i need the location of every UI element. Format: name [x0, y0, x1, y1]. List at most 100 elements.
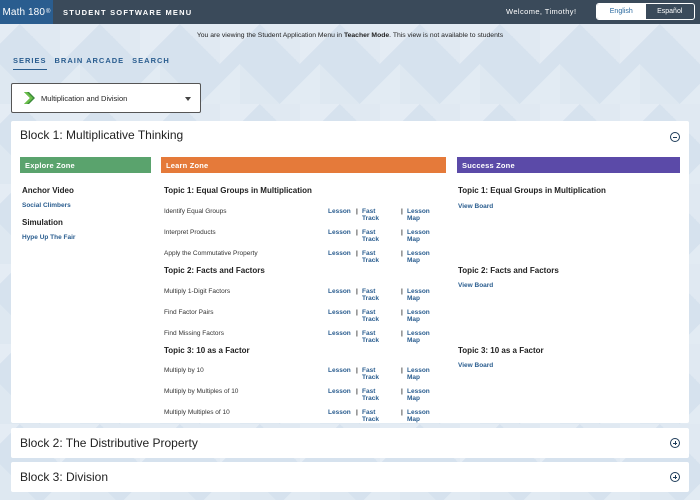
app-title: STUDENT SOFTWARE MENU — [63, 7, 193, 17]
simulation-link[interactable]: Hype Up The Fair — [22, 234, 75, 241]
lesson-map-link[interactable]: Lesson Map — [407, 330, 430, 344]
lesson-map-label-1: Lesson — [407, 388, 430, 395]
lesson-map-link[interactable]: Lesson Map — [407, 388, 430, 402]
success-topic-3-title: Topic 3: 10 as a Factor — [458, 346, 544, 355]
lesson-map-label-2: Map — [407, 374, 420, 381]
block-3-panel: Block 3: Division — [11, 462, 689, 492]
lesson-map-label-2: Map — [407, 337, 420, 344]
tab-series[interactable]: SERIES — [13, 56, 47, 70]
lesson-link[interactable]: Lesson — [328, 309, 351, 316]
lesson-item-title: Interpret Products — [164, 229, 216, 236]
lesson-map-label-1: Lesson — [407, 330, 430, 337]
fast-track-label-1: Fast — [362, 250, 376, 257]
fast-track-label-1: Fast — [362, 208, 376, 215]
lesson-map-label-2: Map — [407, 236, 420, 243]
fast-track-link[interactable]: Fast Track — [362, 208, 379, 222]
lesson-map-link[interactable]: Lesson Map — [407, 250, 430, 264]
fast-track-label-2: Track — [362, 416, 379, 423]
lesson-map-link[interactable]: Lesson Map — [407, 367, 430, 381]
lesson-map-link[interactable]: Lesson Map — [407, 409, 430, 423]
lesson-map-link[interactable]: Lesson Map — [407, 229, 430, 243]
lang-english-button[interactable]: English — [597, 4, 646, 19]
block-2-title[interactable]: Block 2: The Distributive Property — [20, 436, 198, 450]
lesson-item-title: Find Factor Pairs — [164, 309, 214, 316]
link-separator: | — [356, 288, 358, 295]
block-1-title[interactable]: Block 1: Multiplicative Thinking — [20, 128, 183, 142]
fast-track-label-2: Track — [362, 215, 379, 222]
lesson-item-title: Multiply 1-Digit Factors — [164, 288, 231, 295]
block-2-panel: Block 2: The Distributive Property — [11, 428, 689, 458]
anchor-video-heading: Anchor Video — [22, 186, 74, 195]
lesson-map-label-1: Lesson — [407, 208, 430, 215]
link-separator: | — [356, 208, 358, 215]
fast-track-label-2: Track — [362, 295, 379, 302]
lesson-map-link[interactable]: Lesson Map — [407, 208, 430, 222]
topic-1-title: Topic 1: Equal Groups in Multiplication — [164, 186, 312, 195]
expand-icon[interactable] — [670, 438, 680, 448]
view-board-link-3[interactable]: View Board — [458, 362, 493, 369]
fast-track-link[interactable]: Fast Track — [362, 330, 379, 344]
simulation-heading: Simulation — [22, 218, 63, 227]
link-separator: | — [356, 309, 358, 316]
view-board-link-1[interactable]: View Board — [458, 203, 493, 210]
lesson-map-link[interactable]: Lesson Map — [407, 288, 430, 302]
fast-track-link[interactable]: Fast Track — [362, 229, 379, 243]
lesson-link[interactable]: Lesson — [328, 288, 351, 295]
lesson-item-title: Find Missing Factors — [164, 330, 224, 337]
fast-track-label-1: Fast — [362, 388, 376, 395]
fast-track-link[interactable]: Fast Track — [362, 250, 379, 264]
topic-3-title: Topic 3: 10 as a Factor — [164, 346, 250, 355]
tab-brain-arcade[interactable]: BRAIN ARCADE — [55, 56, 125, 70]
block-3-title[interactable]: Block 3: Division — [20, 470, 108, 484]
expand-icon[interactable] — [670, 472, 680, 482]
lesson-map-label-2: Map — [407, 257, 420, 264]
welcome-text: Welcome, Timothy! — [506, 7, 577, 16]
dropdown-caret-icon — [185, 97, 191, 101]
lesson-link[interactable]: Lesson — [328, 250, 351, 257]
fast-track-label-1: Fast — [362, 330, 376, 337]
lesson-item-title: Multiply by Multiples of 10 — [164, 388, 239, 395]
success-topic-1-title: Topic 1: Equal Groups in Multiplication — [458, 186, 606, 195]
fast-track-label-2: Track — [362, 374, 379, 381]
top-bar: Math 180 ® STUDENT SOFTWARE MENU Welcome,… — [0, 0, 700, 24]
lesson-link[interactable]: Lesson — [328, 367, 351, 374]
fast-track-label-1: Fast — [362, 309, 376, 316]
series-select-value: Multiplication and Division — [41, 93, 128, 103]
lesson-map-link[interactable]: Lesson Map — [407, 309, 430, 323]
fast-track-link[interactable]: Fast Track — [362, 409, 379, 423]
lesson-map-label-1: Lesson — [407, 367, 430, 374]
fast-track-label-1: Fast — [362, 367, 376, 374]
fast-track-label-2: Track — [362, 257, 379, 264]
lesson-link[interactable]: Lesson — [328, 409, 351, 416]
lesson-item-title: Multiply Multiples of 10 — [164, 409, 230, 416]
fast-track-link[interactable]: Fast Track — [362, 388, 379, 402]
lang-spanish-button[interactable]: Español — [646, 4, 695, 19]
lesson-map-label-2: Map — [407, 215, 420, 222]
anchor-video-link[interactable]: Social Climbers — [22, 202, 71, 209]
lesson-link[interactable]: Lesson — [328, 229, 351, 236]
lesson-map-label-2: Map — [407, 416, 420, 423]
lesson-link[interactable]: Lesson — [328, 208, 351, 215]
collapse-icon[interactable] — [670, 132, 680, 142]
lesson-link[interactable]: Lesson — [328, 330, 351, 337]
link-separator: | — [356, 409, 358, 416]
tab-search[interactable]: SEARCH — [132, 56, 170, 70]
view-board-link-2[interactable]: View Board — [458, 282, 493, 289]
fast-track-link[interactable]: Fast Track — [362, 288, 379, 302]
series-chevron-icon — [24, 92, 35, 104]
fast-track-link[interactable]: Fast Track — [362, 309, 379, 323]
link-separator: | — [356, 250, 358, 257]
link-separator: | — [401, 288, 403, 295]
fast-track-link[interactable]: Fast Track — [362, 367, 379, 381]
block-1-panel: Block 1: Multiplicative Thinking Explore… — [11, 121, 689, 423]
lesson-link[interactable]: Lesson — [328, 388, 351, 395]
series-select[interactable]: Multiplication and Division — [11, 83, 201, 113]
fast-track-label-2: Track — [362, 316, 379, 323]
lesson-item-title: Multiply by 10 — [164, 367, 204, 374]
link-separator: | — [356, 229, 358, 236]
link-separator: | — [401, 409, 403, 416]
learn-zone-header: Learn Zone — [161, 157, 446, 173]
app-logo[interactable]: Math 180 ® — [0, 0, 53, 24]
link-separator: | — [401, 367, 403, 374]
sub-nav: SERIES BRAIN ARCADE SEARCH — [13, 56, 178, 70]
